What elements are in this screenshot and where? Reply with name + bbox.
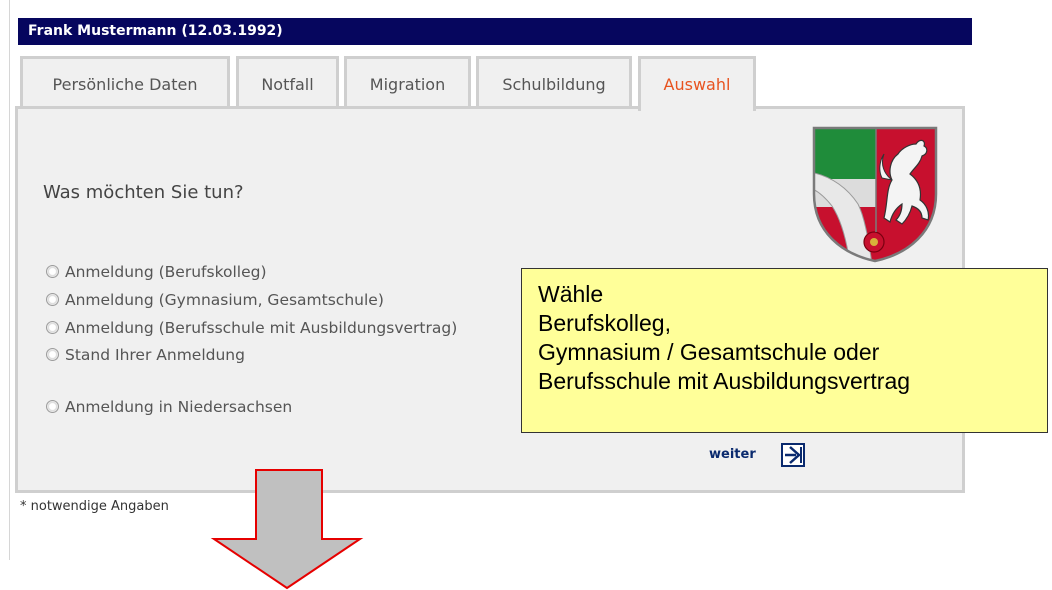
option-berufskolleg[interactable]: Anmeldung (Berufskolleg) xyxy=(46,260,267,284)
tab-schulbildung[interactable]: Schulbildung xyxy=(476,56,632,108)
down-arrow-icon xyxy=(210,469,364,590)
tab-notfall[interactable]: Notfall xyxy=(236,56,339,108)
radio-button[interactable] xyxy=(46,293,59,306)
option-stand-anmeldung[interactable]: Stand Ihrer Anmeldung xyxy=(46,343,245,367)
tab-persoenliche-daten[interactable]: Persönliche Daten xyxy=(20,56,230,108)
option-gymnasium-gesamtschule[interactable]: Anmeldung (Gymnasium, Gesamtschule) xyxy=(46,288,384,312)
instruction-callout: Wähle Berufskolleg, Gymnasium / Gesamtsc… xyxy=(521,268,1048,433)
question-heading: Was möchten Sie tun? xyxy=(43,182,244,203)
required-fields-note: * notwendige Angaben xyxy=(20,499,169,514)
callout-line: Wähle xyxy=(538,281,604,307)
callout-line: Berufsschule mit Ausbildungsvertrag xyxy=(538,368,911,394)
weiter-link[interactable]: weiter xyxy=(709,445,756,465)
callout-line: Berufskolleg, xyxy=(538,310,671,336)
option-label: Stand Ihrer Anmeldung xyxy=(65,346,245,364)
callout-line: Gymnasium / Gesamtschule oder xyxy=(538,339,880,365)
radio-button[interactable] xyxy=(46,265,59,278)
radio-button[interactable] xyxy=(46,400,59,413)
tab-migration[interactable]: Migration xyxy=(344,56,471,108)
nrw-coat-of-arms-icon xyxy=(812,126,938,263)
option-label: Anmeldung in Niedersachsen xyxy=(65,398,293,416)
radio-button[interactable] xyxy=(46,321,59,334)
option-label: Anmeldung (Berufsschule mit Ausbildungsv… xyxy=(65,319,458,337)
radio-button[interactable] xyxy=(46,348,59,361)
left-border-line xyxy=(9,0,10,560)
option-berufsschule-ausbildungsvertrag[interactable]: Anmeldung (Berufsschule mit Ausbildungsv… xyxy=(46,316,457,340)
option-label: Anmeldung (Berufskolleg) xyxy=(65,263,267,281)
person-title-bar: Frank Mustermann (12.03.1992) xyxy=(18,18,972,45)
option-label: Anmeldung (Gymnasium, Gesamtschule) xyxy=(65,291,384,309)
arrow-right-icon[interactable] xyxy=(781,443,805,467)
option-niedersachsen[interactable]: Anmeldung in Niedersachsen xyxy=(46,395,292,419)
tab-auswahl[interactable]: Auswahl xyxy=(638,56,756,111)
